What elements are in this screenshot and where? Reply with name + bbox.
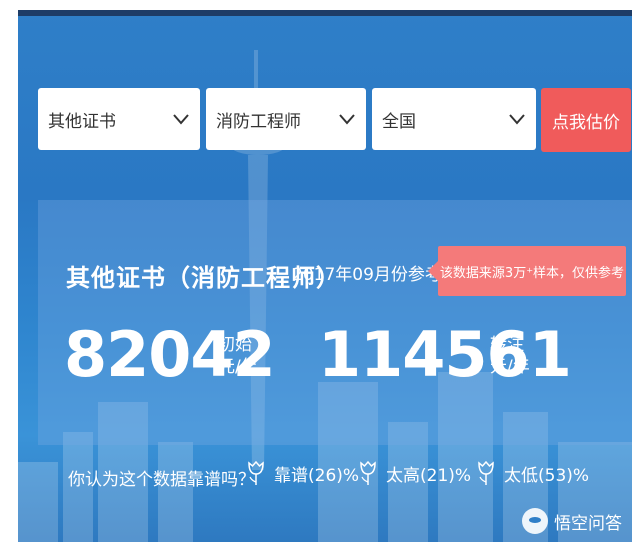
feedback-option-reliable[interactable]: 靠谱(26)% xyxy=(246,460,359,486)
feedback-option-label: 太高(21)% xyxy=(386,465,472,486)
result-panel: 其他证书（消防工程师） 2017年09月份参考价 该数据来源3万⁺样本，仅供参考… xyxy=(38,200,632,445)
feedback-option-label: 太低(53)% xyxy=(504,465,590,486)
transfer-salary-currency: 元/年 xyxy=(490,357,530,377)
feedback-option-too-high[interactable]: 太高(21)% xyxy=(358,460,471,486)
region-select[interactable]: 全国 xyxy=(372,88,536,150)
profession-select-value: 消防工程师 xyxy=(216,111,301,132)
feedback-option-too-low[interactable]: 太低(53)% xyxy=(476,460,589,486)
wukong-logo-icon xyxy=(522,508,548,534)
tulip-icon xyxy=(248,460,264,485)
certificate-select[interactable]: 其他证书 xyxy=(38,88,200,150)
chevron-down-icon xyxy=(339,114,355,125)
top-bar xyxy=(18,10,632,16)
transfer-salary-label: 转注 xyxy=(490,335,524,355)
certificate-select-value: 其他证书 xyxy=(48,111,116,132)
transfer-salary-unit: 转注 元/年 xyxy=(490,334,530,378)
feedback-option-label: 靠谱(26)% xyxy=(274,465,360,486)
starting-salary-unit: 初始 元/年 xyxy=(218,334,258,378)
profession-select[interactable]: 消防工程师 xyxy=(206,88,366,150)
transfer-salary-value: 114561 xyxy=(318,318,572,391)
chevron-down-icon xyxy=(173,114,189,125)
starting-salary-currency: 元/年 xyxy=(218,357,258,377)
tulip-icon xyxy=(360,460,376,485)
feedback-question: 你认为这个数据靠谱吗？ xyxy=(68,470,255,490)
data-source-badge: 该数据来源3万⁺样本，仅供参考 xyxy=(428,246,626,296)
wukong-watermark: 悟空问答 xyxy=(522,508,622,534)
chevron-down-icon xyxy=(509,114,525,125)
region-select-value: 全国 xyxy=(382,111,416,132)
starting-salary-label: 初始 xyxy=(218,335,252,355)
watermark-text: 悟空问答 xyxy=(554,513,622,534)
estimate-button[interactable]: 点我估价 xyxy=(541,88,631,152)
estimator-screen: 其他证书 消防工程师 全国 点我估价 其他证书（消防工程师） 2017年09月份… xyxy=(18,10,632,542)
tulip-icon xyxy=(478,460,494,485)
